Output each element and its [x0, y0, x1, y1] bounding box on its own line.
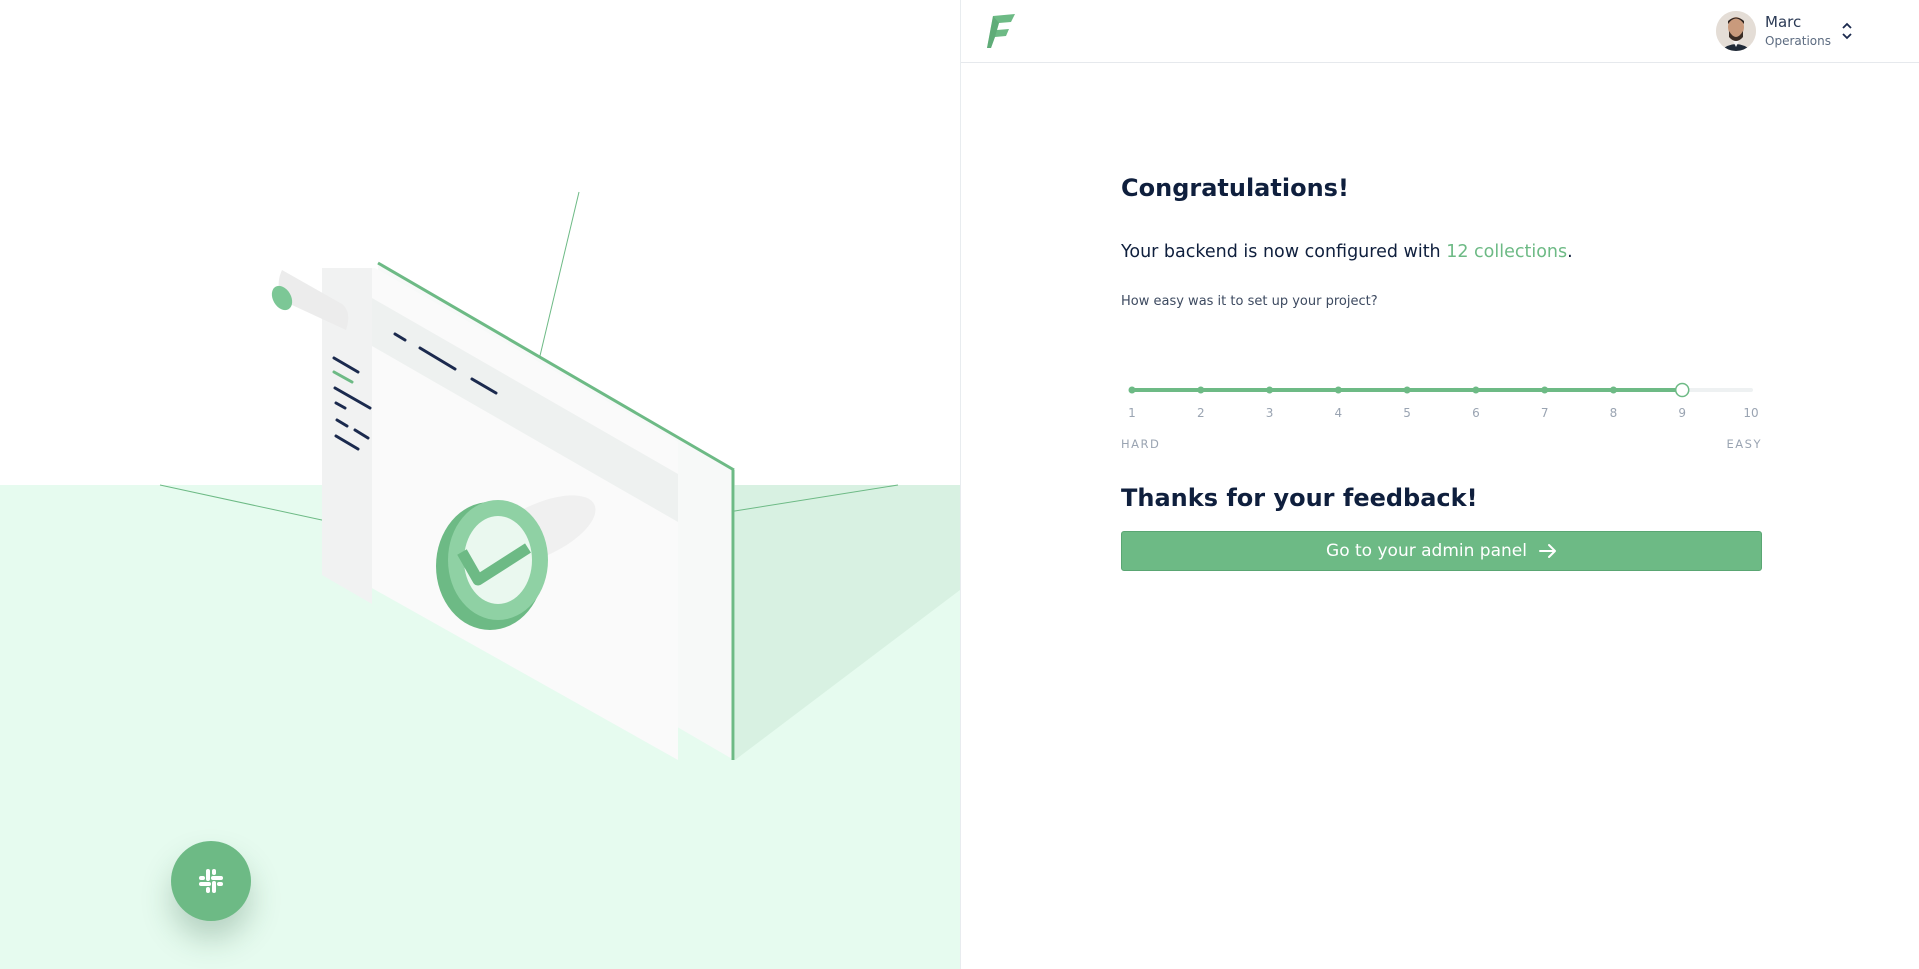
- user-role: Operations: [1765, 34, 1831, 48]
- slider-step-7[interactable]: [1541, 386, 1549, 394]
- top-bar: Marc Operations: [961, 0, 1919, 63]
- summary-suffix: .: [1567, 242, 1573, 262]
- slider-step-6[interactable]: [1472, 386, 1480, 394]
- configured-illustration: [159, 191, 960, 760]
- slider-tick-label: 10: [1743, 406, 1758, 420]
- content-panel: Marc Operations Congratulations! Your ba…: [960, 0, 1919, 969]
- admin-panel-button[interactable]: Go to your admin panel: [1121, 531, 1762, 571]
- page-title: Congratulations!: [1121, 174, 1349, 202]
- thanks-heading: Thanks for your feedback!: [1121, 484, 1478, 512]
- slider-step-3[interactable]: [1266, 386, 1274, 394]
- user-menu[interactable]: Marc Operations: [1716, 10, 1906, 52]
- slider-step-2[interactable]: [1197, 386, 1205, 394]
- admin-panel-label: Go to your admin panel: [1326, 541, 1527, 561]
- slack-button[interactable]: [171, 841, 251, 921]
- f-logo-icon[interactable]: [985, 12, 1017, 50]
- rating-slider[interactable]: 1 2 3 4 5 6 7 8 9 10: [1121, 380, 1762, 450]
- user-name: Marc: [1765, 13, 1802, 31]
- slider-handle[interactable]: [1674, 382, 1690, 398]
- slider-step-4[interactable]: [1334, 386, 1342, 394]
- slider-step-8[interactable]: [1609, 386, 1617, 394]
- rating-question: How easy was it to set up your project?: [1121, 294, 1378, 309]
- label-hard: HARD: [1121, 437, 1161, 451]
- slider-tick-label: 7: [1541, 406, 1549, 420]
- slider-tick-label: 5: [1403, 406, 1411, 420]
- slider-tick-label: 8: [1610, 406, 1618, 420]
- slider-tick-label: 1: [1128, 406, 1136, 420]
- slider-tick-label: 6: [1472, 406, 1480, 420]
- slider-tick-label: 4: [1335, 406, 1343, 420]
- slider-tick-label: 3: [1266, 406, 1274, 420]
- arrow-right-icon: [1538, 544, 1556, 558]
- label-easy: EASY: [1726, 437, 1762, 451]
- slack-icon: [199, 869, 223, 893]
- avatar: [1716, 11, 1756, 51]
- slider-step-5[interactable]: [1403, 386, 1411, 394]
- collections-link[interactable]: 12 collections: [1446, 242, 1567, 262]
- summary-prefix: Your backend is now configured with: [1121, 242, 1447, 262]
- config-summary: Your backend is now configured with 12 c…: [1121, 242, 1573, 262]
- chevron-up-down-icon[interactable]: [1837, 18, 1857, 44]
- slider-tick-label: 9: [1678, 406, 1686, 420]
- slider-tick-label: 2: [1197, 406, 1205, 420]
- slider-step-1[interactable]: [1128, 386, 1136, 394]
- illustration-panel: [0, 0, 960, 969]
